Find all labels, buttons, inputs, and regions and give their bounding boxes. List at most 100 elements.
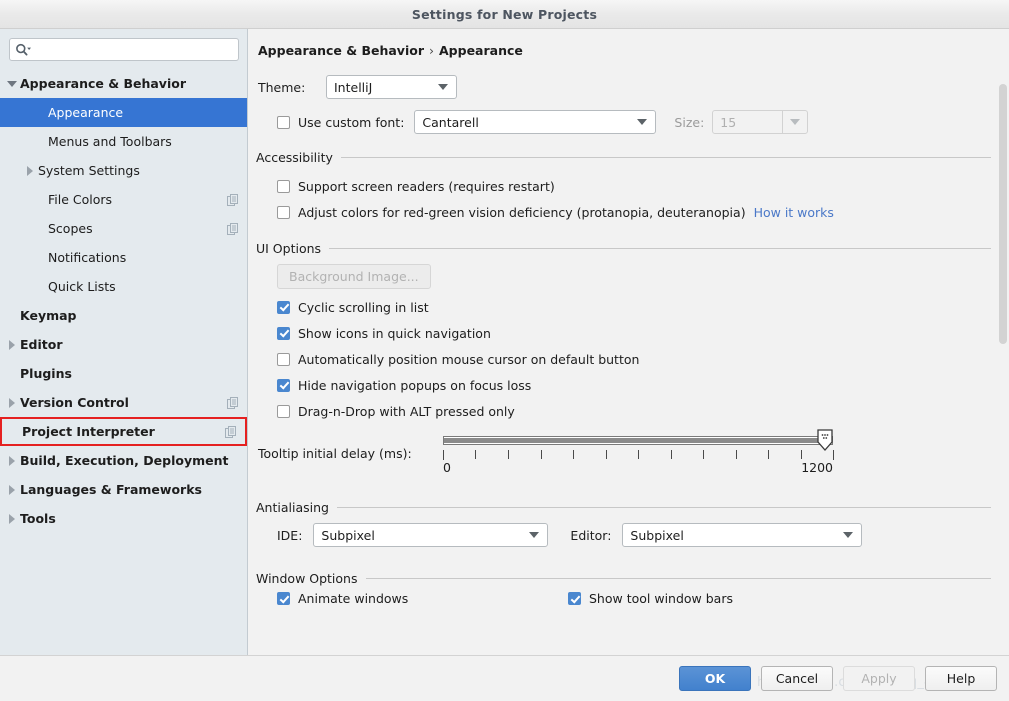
sidebar-item-project-interpreter[interactable]: Project Interpreter bbox=[0, 417, 247, 446]
use-custom-font-label: Use custom font: bbox=[298, 114, 405, 130]
sidebar-item-label: Project Interpreter bbox=[22, 424, 155, 439]
cancel-button[interactable]: Cancel bbox=[761, 666, 833, 691]
search-icon bbox=[15, 43, 31, 57]
sidebar-item-scopes[interactable]: Scopes bbox=[0, 214, 247, 243]
drag-n-drop-alt-checkbox[interactable] bbox=[277, 404, 290, 418]
support-screen-readers-row[interactable]: Support screen readers (requires restart… bbox=[248, 173, 1009, 199]
how-it-works-link[interactable]: How it works bbox=[754, 205, 834, 220]
ui-options-section-header: UI Options bbox=[248, 241, 1009, 256]
breadcrumb-separator-icon: › bbox=[429, 43, 434, 58]
adjust-colors-row[interactable]: Adjust colors for red-green vision defic… bbox=[248, 199, 1009, 225]
support-screen-readers-checkbox[interactable] bbox=[277, 179, 290, 193]
adjust-colors-checkbox[interactable] bbox=[277, 205, 290, 219]
copy-settings-icon[interactable] bbox=[227, 222, 239, 235]
antialiasing-row: IDE: Subpixel Editor: Subpixel bbox=[248, 523, 1009, 547]
sidebar-item-editor[interactable]: Editor bbox=[0, 330, 247, 359]
sidebar-item-appearance[interactable]: Appearance bbox=[0, 98, 247, 127]
settings-content-pane: Appearance & Behavior › Appearance Theme: … bbox=[248, 29, 1009, 656]
sidebar-item-plugins[interactable]: Plugins bbox=[0, 359, 247, 388]
sidebar-item-tools[interactable]: Tools bbox=[0, 504, 247, 533]
auto-position-cursor-label: Automatically position mouse cursor on d… bbox=[298, 351, 640, 367]
sidebar-item-notifications[interactable]: Notifications bbox=[0, 243, 247, 272]
chevron-right-icon[interactable] bbox=[4, 513, 20, 524]
slider-tick bbox=[833, 450, 834, 460]
sidebar-item-label: Languages & Frameworks bbox=[20, 482, 202, 497]
chevron-right-icon[interactable] bbox=[4, 484, 20, 495]
content-scrollbar-thumb[interactable] bbox=[999, 84, 1007, 344]
window-options-row: Animate windows Show tool window bars bbox=[248, 591, 1009, 606]
section-divider bbox=[340, 157, 991, 158]
tooltip-delay-row: Tooltip initial delay (ms): 0 1200 bbox=[248, 428, 1009, 478]
sidebar-search-wrap bbox=[0, 29, 247, 67]
ok-button[interactable]: OK bbox=[679, 666, 751, 691]
sidebar-item-keymap[interactable]: Keymap bbox=[0, 301, 247, 330]
sidebar-item-build-execution-deployment[interactable]: Build, Execution, Deployment bbox=[0, 446, 247, 475]
sidebar-item-quick-lists[interactable]: Quick Lists bbox=[0, 272, 247, 301]
animate-windows-row[interactable]: Animate windows bbox=[277, 591, 568, 606]
settings-dialog-body: Appearance & Behavior Appearance Menus and… bbox=[0, 29, 1009, 656]
cyclic-scrolling-checkbox[interactable] bbox=[277, 300, 290, 314]
chevron-right-icon[interactable] bbox=[4, 397, 20, 408]
tooltip-delay-slider[interactable]: 0 1200 bbox=[443, 428, 834, 478]
breadcrumb-root[interactable]: Appearance & Behavior bbox=[258, 43, 424, 58]
copy-settings-icon[interactable] bbox=[227, 193, 239, 206]
sidebar-item-label: Menus and Toolbars bbox=[48, 134, 172, 149]
show-tool-window-bars-checkbox[interactable] bbox=[568, 592, 581, 605]
chevron-right-icon[interactable] bbox=[22, 165, 38, 176]
show-icons-quick-nav-row[interactable]: Show icons in quick navigation bbox=[248, 320, 1009, 346]
sidebar-item-system-settings[interactable]: System Settings bbox=[0, 156, 247, 185]
custom-font-select[interactable]: Cantarell bbox=[414, 110, 657, 134]
copy-settings-icon[interactable] bbox=[227, 396, 239, 409]
content-scrollbar[interactable] bbox=[999, 58, 1007, 656]
section-divider bbox=[329, 248, 991, 249]
chevron-right-icon[interactable] bbox=[4, 339, 20, 350]
sidebar-item-label: System Settings bbox=[38, 163, 140, 178]
sidebar-item-version-control[interactable]: Version Control bbox=[0, 388, 247, 417]
use-custom-font-checkbox[interactable] bbox=[277, 115, 290, 129]
theme-label: Theme: bbox=[258, 79, 306, 95]
sidebar-item-label: Appearance bbox=[48, 105, 124, 120]
chevron-down-icon bbox=[790, 119, 801, 125]
ide-antialiasing-value: Subpixel bbox=[321, 527, 375, 543]
theme-select[interactable]: IntelliJ bbox=[326, 75, 457, 99]
font-size-spinner-button[interactable] bbox=[782, 111, 807, 133]
copy-settings-icon[interactable] bbox=[225, 425, 237, 438]
search-input[interactable] bbox=[34, 41, 233, 58]
section-divider bbox=[365, 578, 991, 579]
show-tool-window-bars-row[interactable]: Show tool window bars bbox=[568, 591, 733, 606]
antialiasing-section-header: Antialiasing bbox=[248, 500, 1009, 515]
background-image-button[interactable]: Background Image... bbox=[277, 264, 431, 289]
cyclic-scrolling-row[interactable]: Cyclic scrolling in list bbox=[248, 294, 1009, 320]
editor-antialiasing-select[interactable]: Subpixel bbox=[622, 523, 863, 547]
settings-sidebar: Appearance & Behavior Appearance Menus and… bbox=[0, 29, 248, 656]
chevron-down-icon[interactable] bbox=[4, 80, 20, 87]
theme-select-value: IntelliJ bbox=[334, 79, 373, 95]
sidebar-item-appearance-behavior[interactable]: Appearance & Behavior bbox=[0, 69, 247, 98]
chevron-right-icon[interactable] bbox=[4, 455, 20, 466]
ui-options-section-title: UI Options bbox=[256, 241, 322, 256]
auto-position-cursor-row[interactable]: Automatically position mouse cursor on d… bbox=[248, 346, 1009, 372]
slider-tick bbox=[638, 450, 639, 459]
support-screen-readers-label: Support screen readers (requires restart… bbox=[298, 178, 555, 194]
ide-antialiasing-select[interactable]: Subpixel bbox=[313, 523, 549, 547]
slider-tick bbox=[475, 450, 477, 459]
slider-tick bbox=[572, 450, 574, 459]
accessibility-section-title: Accessibility bbox=[256, 150, 333, 165]
editor-antialiasing-value: Subpixel bbox=[630, 527, 684, 543]
drag-n-drop-alt-row[interactable]: Drag-n-Drop with ALT pressed only bbox=[248, 398, 1009, 424]
window-options-section-title: Window Options bbox=[256, 571, 358, 586]
slider-track[interactable] bbox=[443, 436, 833, 445]
auto-position-cursor-checkbox[interactable] bbox=[277, 352, 290, 366]
show-icons-quick-nav-checkbox[interactable] bbox=[277, 326, 290, 340]
help-button[interactable]: Help bbox=[925, 666, 997, 691]
search-box[interactable] bbox=[9, 38, 239, 61]
animate-windows-checkbox[interactable] bbox=[277, 592, 290, 605]
hide-nav-popups-row[interactable]: Hide navigation popups on focus loss bbox=[248, 372, 1009, 398]
font-size-spinner[interactable]: 15 bbox=[712, 110, 809, 134]
cyclic-scrolling-label: Cyclic scrolling in list bbox=[298, 299, 429, 315]
sidebar-item-languages-frameworks[interactable]: Languages & Frameworks bbox=[0, 475, 247, 504]
slider-tick bbox=[670, 450, 672, 459]
sidebar-item-menus-and-toolbars[interactable]: Menus and Toolbars bbox=[0, 127, 247, 156]
hide-nav-popups-checkbox[interactable] bbox=[277, 378, 290, 392]
sidebar-item-file-colors[interactable]: File Colors bbox=[0, 185, 247, 214]
